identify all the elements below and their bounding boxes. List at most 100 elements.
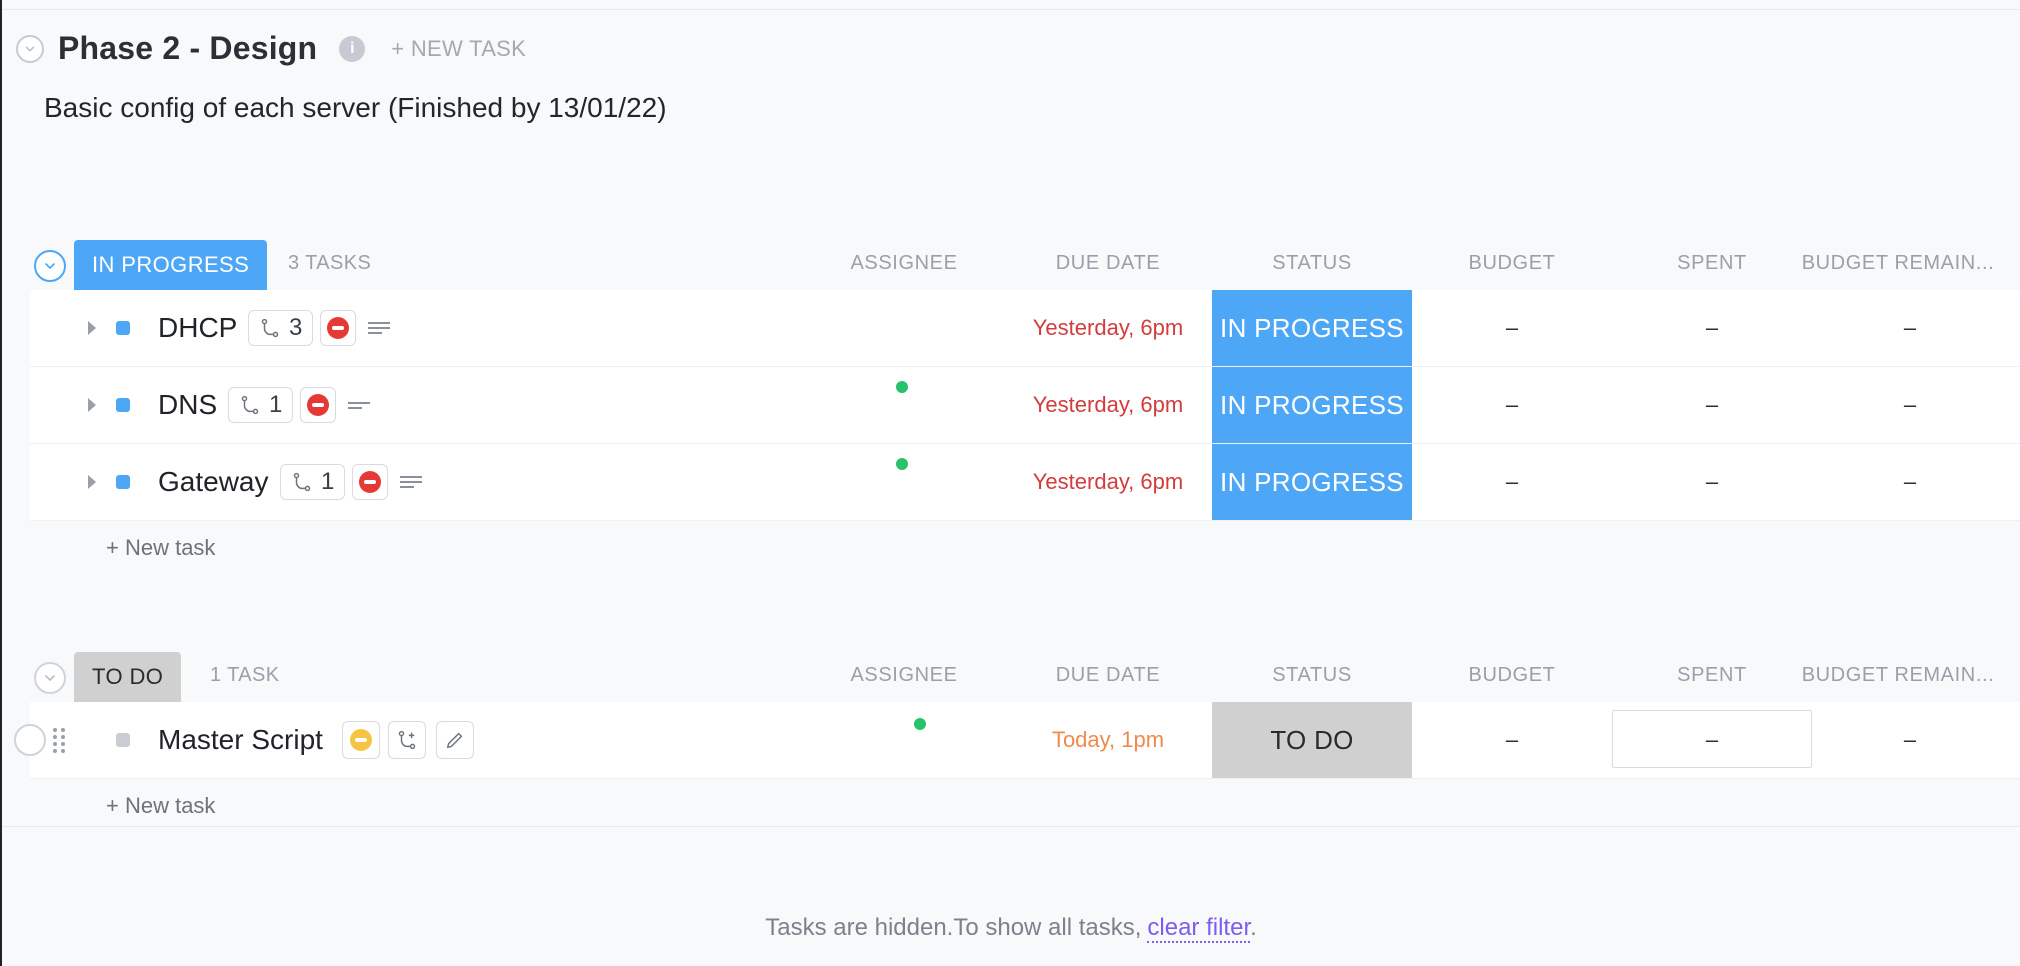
column-header-assignee[interactable]: ASSIGNEE (824, 252, 984, 275)
blocker-button[interactable] (352, 464, 388, 500)
expand-caret-icon[interactable] (88, 475, 96, 489)
status-cell[interactable]: IN PROGRESS (1212, 367, 1412, 443)
edit-button[interactable] (436, 721, 474, 759)
status-square[interactable] (116, 398, 130, 412)
task-list: DHCP 3 KB Yesterday, 6pm IN PROGRESS – –… (30, 290, 2020, 581)
column-header-spent[interactable]: SPENT (1612, 664, 1812, 687)
task-checkbox[interactable] (14, 724, 46, 756)
status-pill[interactable]: TO DO (74, 652, 182, 702)
expand-caret-icon[interactable] (88, 398, 96, 412)
table-row[interactable]: Gateway 1 LV MB Yesterday, 6pm IN PROGRE… (30, 444, 2020, 521)
chevron-down-icon (45, 263, 55, 269)
due-date[interactable]: Yesterday, 6pm (1018, 469, 1198, 495)
status-cell[interactable]: IN PROGRESS (1212, 290, 1412, 366)
hidden-tasks-message: Tasks are hidden.To show all tasks, clear… (2, 914, 2020, 943)
budget-remaining-value: – (1903, 727, 1917, 752)
budget-remaining-value: – (1903, 392, 1917, 417)
pencil-icon (446, 732, 463, 749)
spent-value[interactable]: – (1612, 469, 1812, 495)
add-subtask-icon (398, 730, 416, 750)
table-row[interactable]: DNS 1 KB HS Yesterday, 6pm IN PROGRESS –… (30, 367, 2020, 444)
assignee-avatars[interactable]: KH (828, 712, 968, 768)
divider (2, 826, 2020, 827)
budget-value[interactable]: – (1412, 392, 1612, 418)
new-task-button[interactable]: + NEW TASK (391, 36, 526, 62)
column-header-due-date[interactable]: DUE DATE (1018, 664, 1198, 687)
task-name[interactable]: Master Script (158, 724, 323, 756)
column-header-budget[interactable]: BUDGET (1412, 664, 1612, 687)
column-header-assignee[interactable]: ASSIGNEE (824, 664, 984, 687)
expand-caret-icon[interactable] (88, 321, 96, 335)
table-row[interactable]: Master Script KH Today, 1pm TO DO – – – (14, 702, 2020, 779)
status-square[interactable] (116, 475, 130, 489)
avatar-initials: MB (866, 471, 894, 492)
subtask-count-button[interactable]: 1 (280, 464, 346, 500)
task-name[interactable]: DHCP (158, 312, 237, 344)
table-row[interactable]: DHCP 3 KB Yesterday, 6pm IN PROGRESS – –… (30, 290, 2020, 367)
new-task-link[interactable]: + New task (106, 521, 2020, 581)
task-count: 1 TASK (210, 664, 280, 686)
due-date[interactable]: Today, 1pm (1018, 727, 1198, 753)
column-header-status[interactable]: STATUS (1212, 252, 1412, 275)
budget-value[interactable]: – (1412, 315, 1612, 341)
column-header-due-date[interactable]: DUE DATE (1018, 252, 1198, 275)
task-name[interactable]: Gateway (158, 466, 269, 498)
spent-value[interactable]: – (1612, 315, 1812, 341)
group-header: TO DO 1 TASK ASSIGNEE DUE DATE STATUS BU… (30, 652, 2020, 702)
budget-remaining-value: – (1903, 315, 1917, 340)
budget-value[interactable]: – (1412, 469, 1612, 495)
column-header-budget-remaining[interactable]: BUDGET REMAIN... (1788, 664, 2008, 687)
due-date[interactable]: Yesterday, 6pm (1018, 315, 1198, 341)
description-lines-icon[interactable] (348, 398, 370, 412)
info-icon[interactable]: i (339, 35, 366, 62)
description-lines-icon[interactable] (368, 321, 390, 335)
phase-description: Basic config of each server (Finished by… (44, 92, 667, 123)
status-cell[interactable]: IN PROGRESS (1212, 444, 1412, 520)
add-subtask-button[interactable] (388, 721, 426, 759)
subtask-icon (261, 318, 279, 338)
budget-value[interactable]: – (1412, 727, 1612, 753)
blocker-icon (359, 471, 381, 493)
status-cell[interactable]: TO DO (1212, 702, 1412, 778)
blocker-button[interactable] (320, 310, 356, 346)
subtask-count-button[interactable]: 1 (228, 387, 294, 423)
column-header-spent[interactable]: SPENT (1612, 252, 1812, 275)
task-name[interactable]: DNS (158, 389, 217, 421)
collapse-phase-button[interactable] (16, 34, 44, 63)
list-view: Phase 2 - Design i + NEW TASK Basic conf… (0, 0, 2020, 966)
collapse-group-button[interactable] (34, 250, 66, 282)
status-square[interactable] (116, 733, 130, 747)
drag-handle-icon[interactable] (52, 726, 66, 754)
column-header-budget[interactable]: BUDGET (1412, 252, 1612, 275)
subtask-count-button[interactable]: 3 (248, 310, 314, 346)
column-header-budget-remaining[interactable]: BUDGET REMAIN... (1788, 252, 2008, 275)
due-date[interactable]: Yesterday, 6pm (1018, 392, 1198, 418)
avatar-initials: KB (901, 394, 926, 415)
task-list: Master Script KH Today, 1pm TO DO – – – … (14, 702, 2020, 839)
chevron-down-icon (45, 675, 55, 681)
assignee-avatars[interactable]: KB (828, 300, 968, 356)
description-lines-icon[interactable] (400, 475, 422, 489)
priority-button[interactable] (342, 721, 380, 759)
new-task-link[interactable]: + New task (106, 779, 2020, 839)
collapse-group-button[interactable] (34, 662, 66, 694)
online-indicator (912, 716, 928, 732)
clear-filter-link[interactable]: clear filter (1147, 914, 1251, 943)
avatar[interactable]: KB (873, 304, 921, 352)
spent-value[interactable]: – (1612, 727, 1812, 753)
spent-value[interactable]: – (1612, 392, 1812, 418)
chevron-down-icon (25, 46, 35, 51)
blocker-icon (307, 394, 329, 416)
status-square[interactable] (116, 321, 130, 335)
status-pill[interactable]: IN PROGRESS (74, 240, 268, 290)
assignee-avatars[interactable]: LV MB (828, 454, 968, 510)
avatar-initials: KH (884, 729, 910, 750)
avatar-initials: KB (884, 317, 909, 338)
subtask-icon (293, 472, 311, 492)
blocker-button[interactable] (300, 387, 336, 423)
group-in-progress: IN PROGRESS 3 TASKS ASSIGNEE DUE DATE ST… (30, 240, 2020, 581)
subtask-icon (241, 395, 259, 415)
blocker-icon (327, 317, 349, 339)
column-header-status[interactable]: STATUS (1212, 664, 1412, 687)
assignee-avatars[interactable]: KB HS (828, 377, 968, 433)
